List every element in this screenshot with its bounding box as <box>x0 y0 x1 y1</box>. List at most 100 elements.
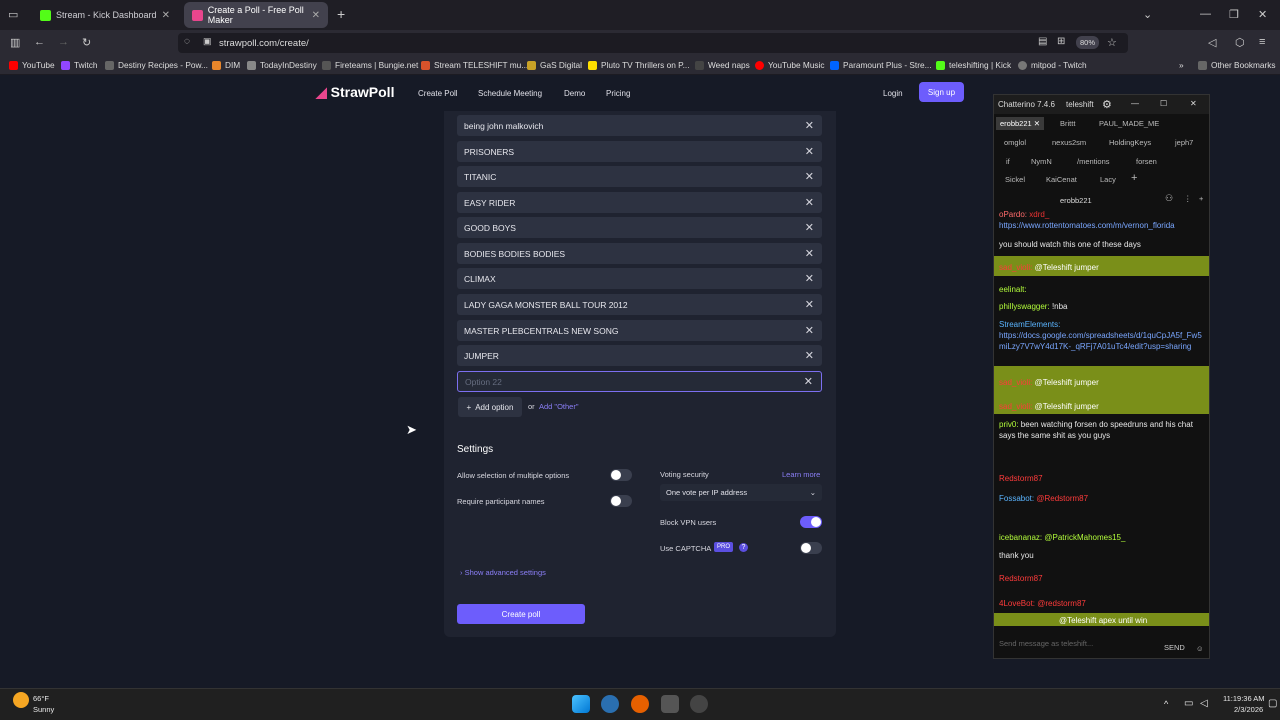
minimize-icon[interactable]: — <box>1200 8 1211 20</box>
chat-tab-kaicenat[interactable]: KaiCenat <box>1046 175 1077 184</box>
remove-option-icon[interactable]: ✕ <box>805 145 814 158</box>
chat-maximize-icon[interactable]: ☐ <box>1160 99 1167 108</box>
poll-option[interactable]: JUMPER ✕ <box>457 345 822 366</box>
lock-icon[interactable]: ▣ <box>203 36 212 47</box>
notification-icon[interactable]: ▢ <box>1268 698 1277 709</box>
advanced-settings-link[interactable]: › Show advanced settings <box>460 568 546 577</box>
chat-send-button[interactable]: SEND <box>1164 643 1185 652</box>
chat-username[interactable]: 4LoveBot: <box>999 599 1035 608</box>
nav-schedule-meeting[interactable]: Schedule Meeting <box>478 89 542 98</box>
new-option-input[interactable]: Option 22 ✕ <box>457 371 822 392</box>
tab-dropdown-icon[interactable]: ⌄ <box>1143 8 1152 21</box>
bookmark-gas-digital[interactable]: GaS Digital <box>527 60 582 70</box>
chat-username[interactable]: icebananaz: <box>999 533 1042 542</box>
chat-tab-nymn[interactable]: NymN <box>1031 157 1052 166</box>
chat-input[interactable]: Send message as teleshift... <box>999 639 1093 648</box>
chat-split-icon[interactable]: + <box>1199 194 1203 203</box>
chat-tab-erobb221[interactable]: erobb221 ✕ <box>996 117 1045 130</box>
chat-more-icon[interactable]: ⋮ <box>1184 194 1192 203</box>
tab-create-poll[interactable]: Create a Poll - Free Poll Maker ✕ <box>184 2 328 28</box>
chat-tab-lacy[interactable]: Lacy <box>1100 175 1116 184</box>
bookmark-fireteams[interactable]: Fireteams | Bungie.net <box>322 60 418 70</box>
chat-user[interactable]: teleshift <box>1066 100 1094 109</box>
chat-username[interactable]: priv0: <box>999 420 1019 429</box>
bookmark-dim[interactable]: DIM <box>212 60 240 70</box>
chat-close-icon[interactable]: ✕ <box>1190 99 1197 108</box>
poll-option[interactable]: PRISONERS ✕ <box>457 141 822 162</box>
bookmark-stream-teleshift[interactable]: Stream TELESHIFT mu... <box>421 60 528 70</box>
remove-option-icon[interactable]: ✕ <box>805 247 814 260</box>
chat-username[interactable]: Fossabot: <box>999 494 1034 503</box>
voting-security-select[interactable]: One vote per IP address ⌄ <box>660 484 822 501</box>
chat-tab-brittt[interactable]: Brittt <box>1060 119 1075 128</box>
nav-demo[interactable]: Demo <box>564 89 585 98</box>
signup-button[interactable]: Sign up <box>919 82 964 102</box>
chat-username[interactable]: sad_violi: <box>999 263 1032 272</box>
bookmark-twitch[interactable]: Twitch <box>61 60 98 70</box>
remove-option-icon[interactable]: ✕ <box>805 349 814 362</box>
tab-kick-dashboard[interactable]: Stream - Kick Dashboard ✕ <box>32 2 178 28</box>
login-link[interactable]: Login <box>883 89 903 98</box>
chat-tab-sickel[interactable]: Sickel <box>1005 175 1025 184</box>
chat-user-icon[interactable]: ⚇ <box>1165 193 1173 204</box>
bookmark-star-icon[interactable]: ☆ <box>1107 36 1117 49</box>
extensions-icon[interactable]: ⬡ <box>1235 36 1245 49</box>
reload-icon[interactable]: ↻ <box>82 36 91 49</box>
bookmark-destiny-recipes[interactable]: Destiny Recipes - Pow... <box>105 60 208 70</box>
help-icon[interactable]: ? <box>739 543 748 552</box>
chat-add-tab-icon[interactable]: + <box>1131 172 1137 184</box>
chat-username[interactable]: Redstorm87 <box>999 574 1043 583</box>
create-poll-button[interactable]: Create poll <box>457 604 585 624</box>
chat-username[interactable]: sad_violi: <box>999 402 1032 411</box>
browser-app-icon[interactable] <box>601 695 619 713</box>
poll-option[interactable]: TITANIC ✕ <box>457 166 822 187</box>
maximize-icon[interactable]: ❐ <box>1229 8 1239 21</box>
close-tab-icon[interactable]: ✕ <box>162 10 170 21</box>
chat-username[interactable]: eelinalt: <box>999 285 1027 294</box>
poll-option[interactable]: GOOD BOYS ✕ <box>457 217 822 238</box>
remove-option-icon[interactable]: ✕ <box>804 375 813 388</box>
chat-tab-holdingkeys[interactable]: HoldingKeys <box>1109 138 1151 147</box>
poll-option[interactable]: BODIES BODIES BODIES ✕ <box>457 243 822 264</box>
tab-list-icon[interactable]: ▭ <box>8 8 18 21</box>
nav-pricing[interactable]: Pricing <box>606 89 630 98</box>
bookmark-youtube-music[interactable]: YouTube Music <box>755 60 825 70</box>
poll-option[interactable]: being john malkovich ✕ <box>457 115 822 136</box>
names-toggle[interactable] <box>610 495 632 507</box>
page-actions-icon[interactable]: ⊞ <box>1057 36 1065 47</box>
app-icon[interactable] <box>661 695 679 713</box>
chat-username[interactable]: sad_violi: <box>999 378 1032 387</box>
poll-option[interactable]: MASTER PLEBCENTRALS NEW SONG ✕ <box>457 320 822 341</box>
nav-create-poll[interactable]: Create Poll <box>418 89 458 98</box>
sidebar-icon[interactable]: ▥ <box>10 36 20 49</box>
chat-message[interactable]: https://docs.google.com/spreadsheets/d/1… <box>999 330 1204 352</box>
other-bookmarks[interactable]: Other Bookmarks <box>1198 60 1276 70</box>
url-bar[interactable]: strawpoll.com/create/ <box>178 33 1128 53</box>
weather-icon[interactable] <box>13 692 29 708</box>
reader-view-icon[interactable]: ▤ <box>1038 36 1047 47</box>
chat-tab-nexus2sm[interactable]: nexus2sm <box>1052 138 1086 147</box>
bookmark-pluto-tv[interactable]: Pluto TV Thrillers on P... <box>588 60 690 70</box>
remove-option-icon[interactable]: ✕ <box>805 196 814 209</box>
volume-icon[interactable]: ◁ <box>1208 36 1216 49</box>
poll-option[interactable]: CLIMAX ✕ <box>457 268 822 289</box>
remove-option-icon[interactable]: ✕ <box>805 170 814 183</box>
poll-option[interactable]: EASY RIDER ✕ <box>457 192 822 213</box>
back-icon[interactable]: ← <box>34 36 45 48</box>
remove-option-icon[interactable]: ✕ <box>805 324 814 337</box>
bookmark-mitpod-twitch[interactable]: mitpod - Twitch <box>1018 60 1087 70</box>
remove-option-icon[interactable]: ✕ <box>805 298 814 311</box>
learn-more-link[interactable]: Learn more <box>782 470 820 479</box>
menu-icon[interactable]: ≡ <box>1259 36 1265 48</box>
chat-username[interactable]: phillyswagger: <box>999 302 1050 311</box>
chat-tab-if[interactable]: if <box>1006 157 1010 166</box>
add-option-button[interactable]: + Add option <box>458 397 522 417</box>
chat-tab-paul-made-me[interactable]: PAUL_MADE_ME <box>1099 119 1159 128</box>
emoji-icon[interactable]: ☺ <box>1196 644 1204 653</box>
shield-icon[interactable]: ◌ <box>184 36 190 47</box>
network-icon[interactable]: ▭ <box>1184 698 1193 709</box>
bookmark-weed-naps[interactable]: Weed naps <box>695 60 750 70</box>
remove-option-icon[interactable]: ✕ <box>805 272 814 285</box>
block-vpn-toggle[interactable] <box>800 516 822 528</box>
remove-option-icon[interactable]: ✕ <box>805 221 814 234</box>
